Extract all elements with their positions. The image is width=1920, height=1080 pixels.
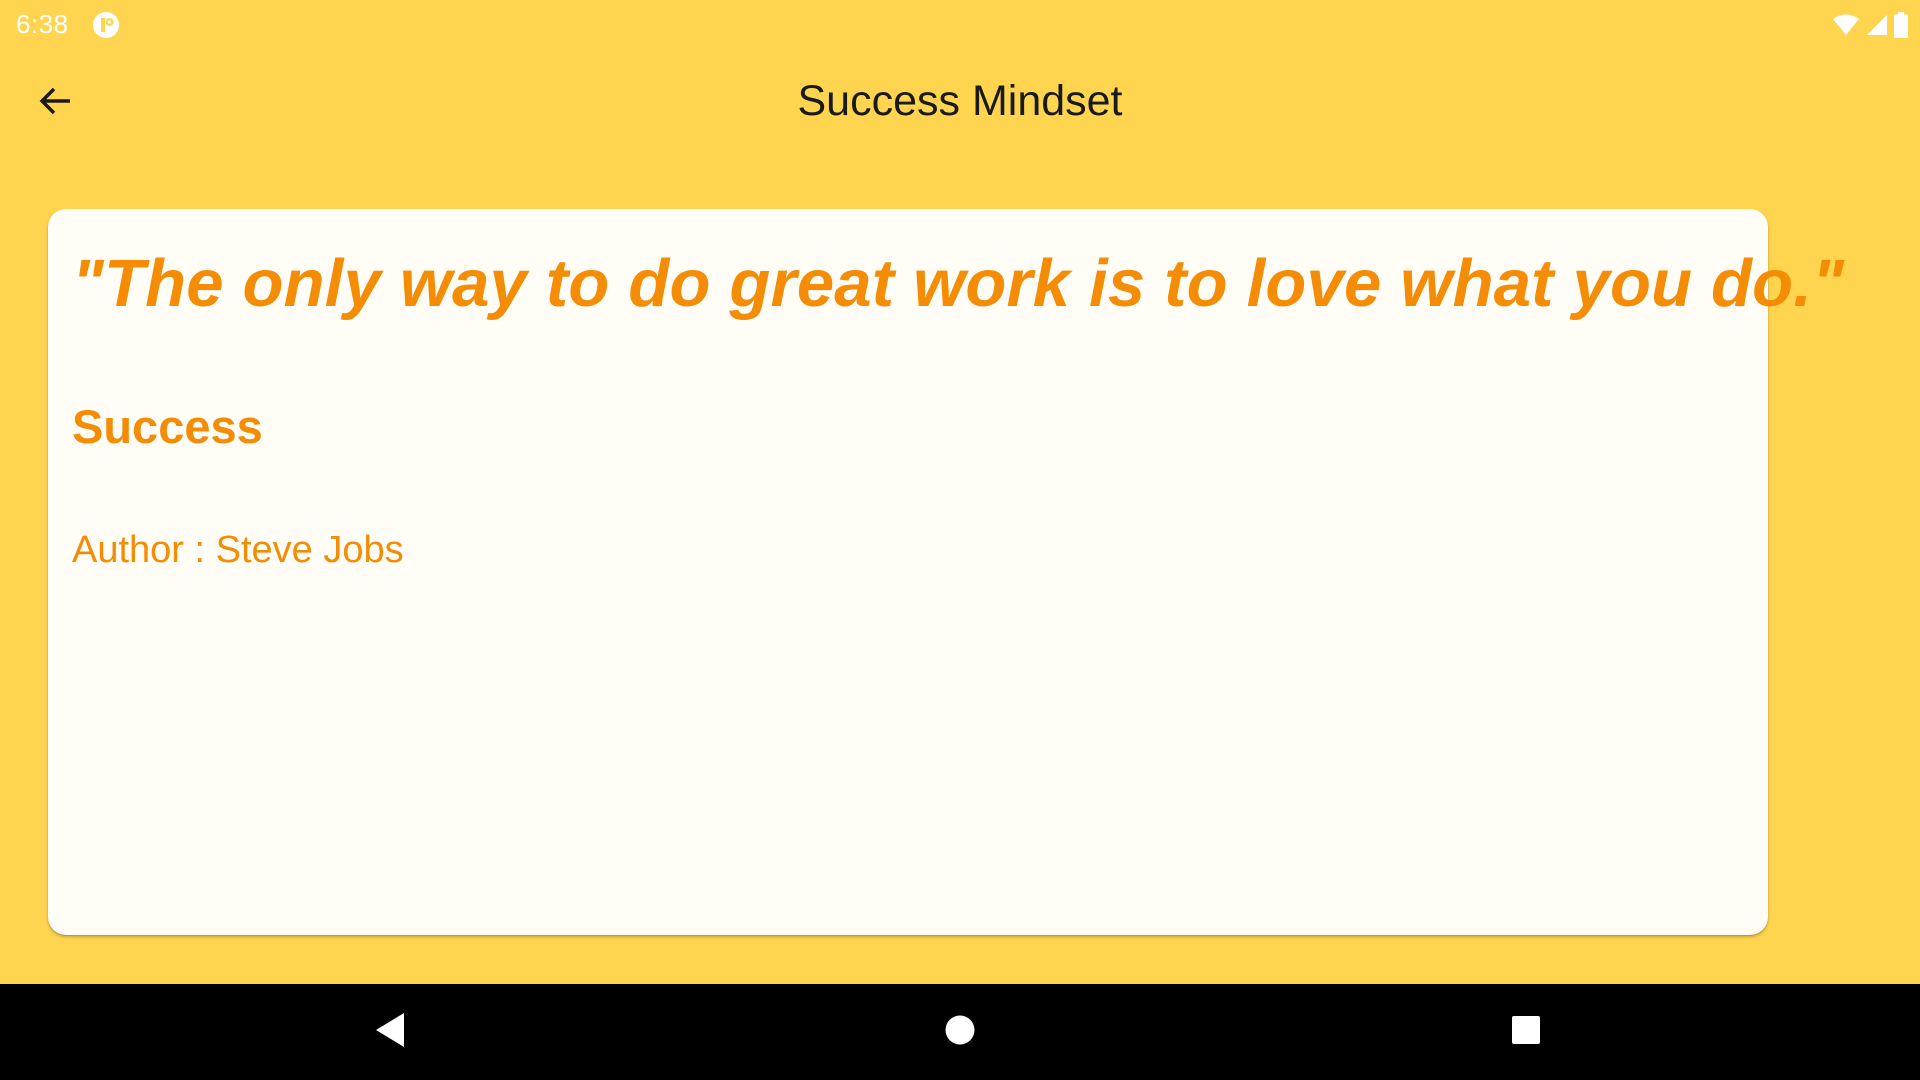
- status-time: 6:38: [16, 9, 69, 39]
- cell-signal-icon: [1866, 14, 1888, 36]
- page-title: Success Mindset: [797, 77, 1123, 125]
- wifi-icon: [1832, 13, 1860, 37]
- nav-back-button[interactable]: [358, 1000, 422, 1064]
- status-icons: [1832, 10, 1908, 40]
- nav-home-button[interactable]: [928, 1000, 992, 1064]
- status-bar: 6:38: [0, 0, 1920, 50]
- nav-recents-icon: [1511, 1015, 1541, 1050]
- nav-recents-button[interactable]: [1494, 1000, 1558, 1064]
- nav-home-icon: [944, 1014, 976, 1051]
- battery-icon: [1894, 12, 1908, 38]
- app-bar: Success Mindset: [0, 50, 1920, 156]
- notification-app-icon: [92, 11, 120, 39]
- quote-author: Author : Steve Jobs: [72, 529, 404, 571]
- quote-card: "The only way to do great work is to lov…: [48, 209, 1845, 935]
- navigation-bar: [0, 984, 1920, 1080]
- quote-category: Success: [72, 400, 263, 453]
- nav-back-icon: [373, 1011, 407, 1054]
- quote-text: "The only way to do great work is to lov…: [72, 246, 1845, 321]
